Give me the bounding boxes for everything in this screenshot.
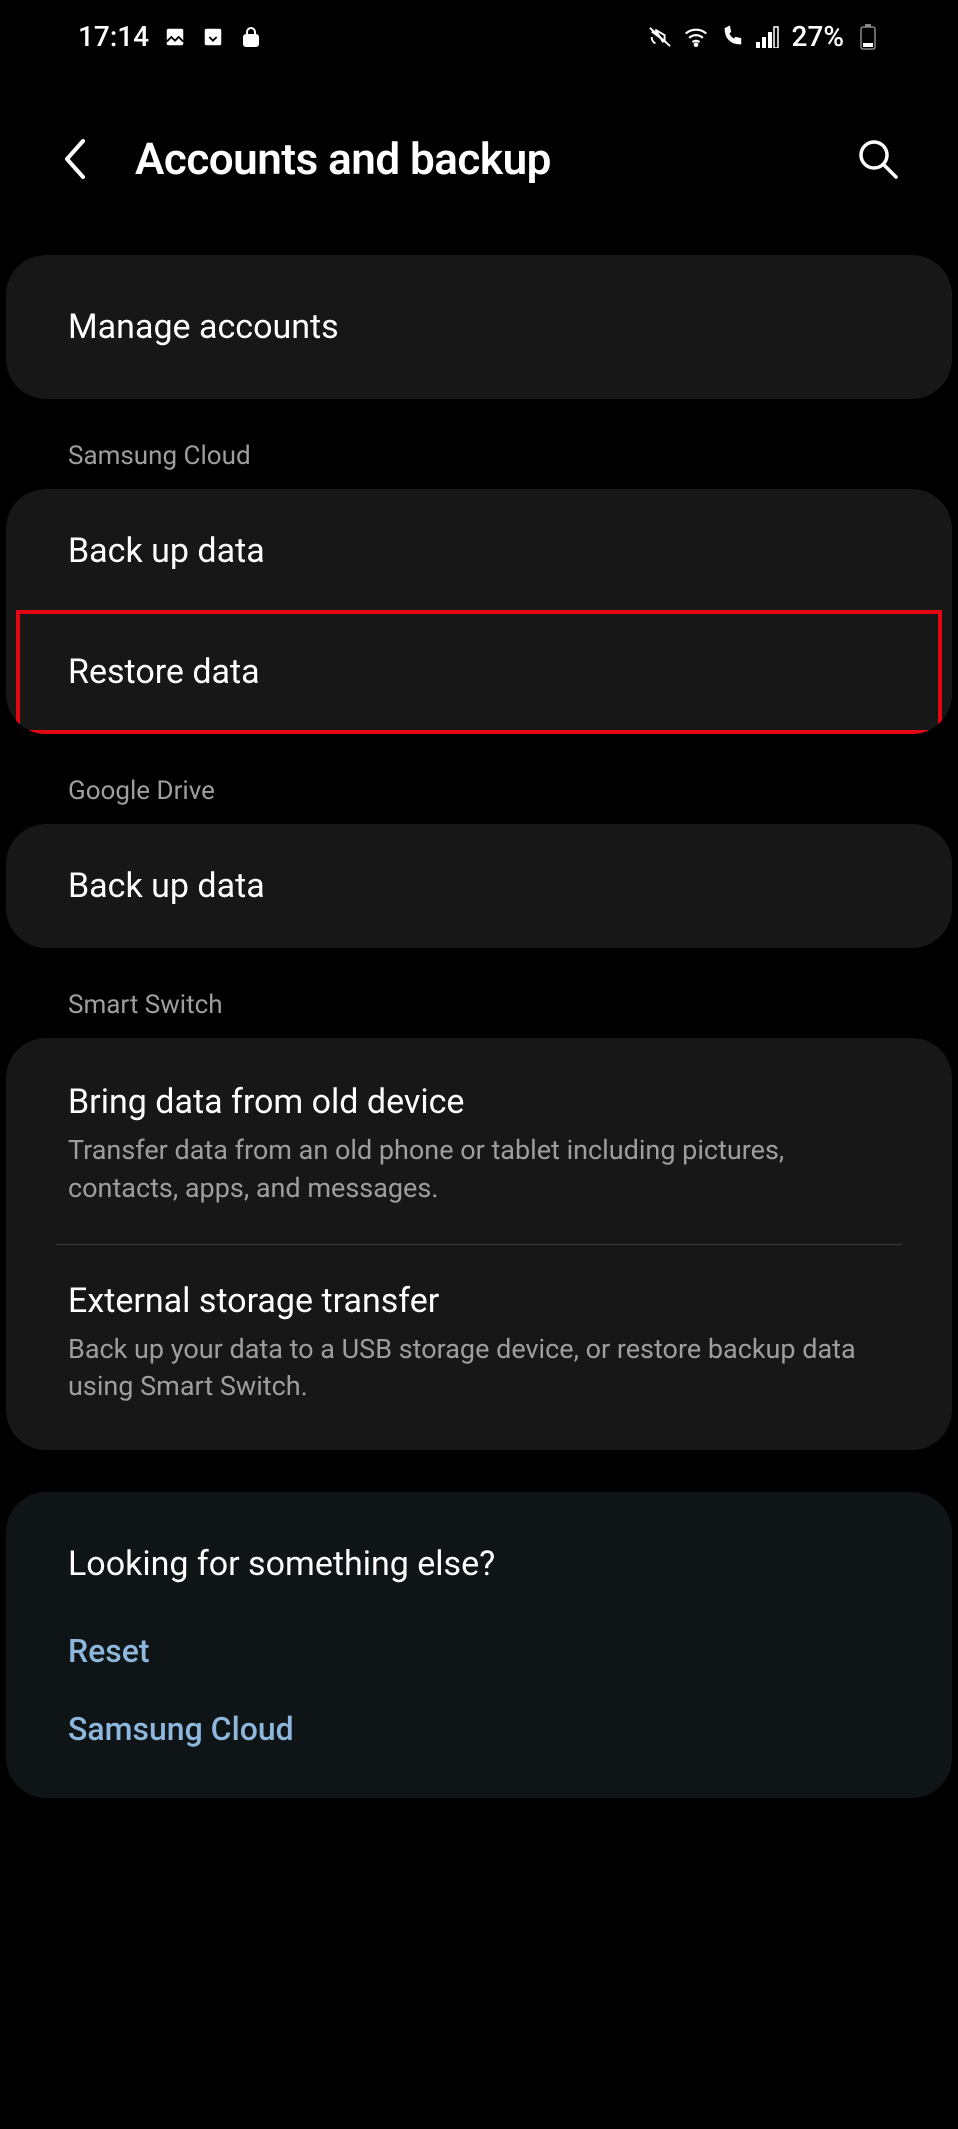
status-left: 17:14: [78, 20, 263, 53]
item-bring-data[interactable]: Bring data from old device Transfer data…: [6, 1038, 952, 1244]
chevron-left-icon: [61, 137, 89, 181]
section-header-smart-switch: Smart Switch: [6, 990, 952, 1038]
gallery-icon: [163, 25, 187, 49]
card-google-drive: Back up data: [6, 824, 952, 948]
item-manage-accounts[interactable]: Manage accounts: [6, 255, 952, 399]
content: Manage accounts Samsung Cloud Back up da…: [0, 255, 958, 1798]
item-subtitle: Transfer data from an old phone or table…: [68, 1132, 890, 1208]
item-title: Back up data: [68, 531, 890, 571]
search-button[interactable]: [853, 134, 903, 184]
item-title: Bring data from old device: [68, 1082, 890, 1122]
item-gd-back-up-data[interactable]: Back up data: [6, 824, 952, 948]
item-subtitle: Back up your data to a USB storage devic…: [68, 1331, 890, 1407]
link-samsung-cloud[interactable]: Samsung Cloud: [6, 1690, 952, 1798]
section-header-samsung-cloud: Samsung Cloud: [6, 441, 952, 489]
status-bar: 17:14 27%: [0, 0, 958, 73]
item-title: Manage accounts: [68, 307, 890, 347]
vibrate-icon: [648, 25, 672, 49]
item-title: External storage transfer: [68, 1281, 890, 1321]
battery-icon: [856, 25, 880, 49]
footer-title: Looking for something else?: [6, 1492, 952, 1612]
item-title: Back up data: [68, 866, 890, 906]
page-header: Accounts and backup: [0, 73, 958, 255]
card-smart-switch: Bring data from old device Transfer data…: [6, 1038, 952, 1450]
item-title: Restore data: [68, 652, 890, 692]
item-external-storage[interactable]: External storage transfer Back up your d…: [6, 1245, 952, 1451]
back-button[interactable]: [55, 139, 95, 179]
battery-percent: 27%: [792, 20, 844, 53]
status-right: 27%: [648, 20, 880, 53]
item-sc-back-up-data[interactable]: Back up data: [6, 489, 952, 613]
item-sc-restore-data[interactable]: Restore data: [20, 614, 938, 730]
wifi-icon: [684, 25, 708, 49]
card-samsung-cloud: Back up data Restore data: [6, 489, 952, 734]
download-icon: [201, 25, 225, 49]
status-time: 17:14: [78, 20, 149, 53]
volte-icon: [720, 25, 744, 49]
section-header-google-drive: Google Drive: [6, 776, 952, 824]
page-title: Accounts and backup: [135, 133, 813, 185]
card-manage-accounts: Manage accounts: [6, 255, 952, 399]
link-reset[interactable]: Reset: [6, 1612, 952, 1690]
highlight-restore-data: Restore data: [16, 610, 942, 734]
card-looking-for: Looking for something else? Reset Samsun…: [6, 1492, 952, 1798]
signal-icon: [756, 25, 780, 49]
lock-icon: [239, 25, 263, 49]
search-icon: [856, 137, 900, 181]
